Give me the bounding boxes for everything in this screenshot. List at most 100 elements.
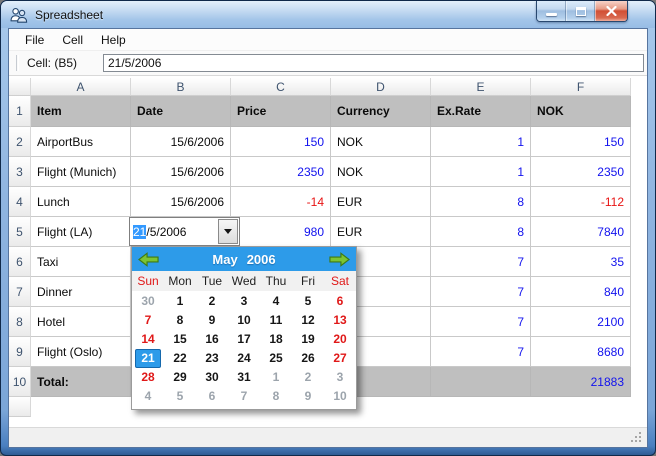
calendar-day-12[interactable]: 12 bbox=[292, 311, 324, 330]
maximize-button[interactable] bbox=[566, 1, 595, 21]
cell-value-input[interactable] bbox=[103, 54, 644, 72]
calendar-day-30[interactable]: 30 bbox=[132, 292, 164, 311]
cell-F4[interactable]: -112 bbox=[531, 187, 631, 217]
calendar-day-20[interactable]: 20 bbox=[324, 330, 356, 349]
cell-E5[interactable]: 8 bbox=[431, 217, 531, 247]
cell-A3[interactable]: Flight (Munich) bbox=[31, 157, 131, 187]
menu-file[interactable]: File bbox=[16, 30, 53, 50]
cell-A7[interactable]: Dinner bbox=[31, 277, 131, 307]
cell-D3[interactable]: NOK bbox=[331, 157, 431, 187]
close-button[interactable] bbox=[595, 1, 627, 21]
calendar-day-8[interactable]: 8 bbox=[260, 387, 292, 406]
cell-A2[interactable]: AirportBus bbox=[31, 127, 131, 157]
cell-A4[interactable]: Lunch bbox=[31, 187, 131, 217]
calendar-prev-button[interactable] bbox=[138, 251, 159, 267]
column-header-F[interactable]: F bbox=[531, 78, 631, 96]
calendar-day-8[interactable]: 8 bbox=[164, 311, 196, 330]
cell-C1[interactable]: Price bbox=[231, 96, 331, 127]
calendar-day-13[interactable]: 13 bbox=[324, 311, 356, 330]
calendar-day-4[interactable]: 4 bbox=[132, 387, 164, 406]
cell-E8[interactable]: 7 bbox=[431, 307, 531, 337]
cell-A9[interactable]: Flight (Oslo) bbox=[31, 337, 131, 367]
calendar-day-2[interactable]: 2 bbox=[292, 368, 324, 387]
date-dropdown-button[interactable] bbox=[218, 219, 238, 244]
cell-E10[interactable] bbox=[431, 367, 531, 397]
calendar-day-25[interactable]: 25 bbox=[260, 349, 292, 368]
calendar-day-3[interactable]: 3 bbox=[324, 368, 356, 387]
minimize-button[interactable] bbox=[537, 1, 566, 21]
row-header-10[interactable]: 10 bbox=[9, 367, 31, 397]
cell-D5[interactable]: EUR bbox=[331, 217, 431, 247]
cell-A5[interactable]: Flight (LA) bbox=[31, 217, 131, 247]
calendar-day-31[interactable]: 31 bbox=[228, 368, 260, 387]
cell-A8[interactable]: Hotel bbox=[31, 307, 131, 337]
calendar-day-30[interactable]: 30 bbox=[196, 368, 228, 387]
calendar-day-1[interactable]: 1 bbox=[260, 368, 292, 387]
calendar-day-19[interactable]: 19 bbox=[292, 330, 324, 349]
cell-C2[interactable]: 150 bbox=[231, 127, 331, 157]
calendar-day-5[interactable]: 5 bbox=[292, 292, 324, 311]
column-header-E[interactable]: E bbox=[431, 78, 531, 96]
calendar-day-22[interactable]: 22 bbox=[164, 349, 196, 368]
calendar-day-23[interactable]: 23 bbox=[196, 349, 228, 368]
cell-E9[interactable]: 7 bbox=[431, 337, 531, 367]
cell-F10[interactable]: 21883 bbox=[531, 367, 631, 397]
row-header-8[interactable]: 8 bbox=[9, 307, 31, 337]
toolbar-gripper-icon[interactable] bbox=[16, 55, 19, 71]
calendar-day-1[interactable]: 1 bbox=[164, 292, 196, 311]
select-all-corner[interactable] bbox=[9, 78, 31, 96]
cell-E7[interactable]: 7 bbox=[431, 277, 531, 307]
calendar-day-9[interactable]: 9 bbox=[196, 311, 228, 330]
calendar-day-10[interactable]: 10 bbox=[324, 387, 356, 406]
cell-F6[interactable]: 35 bbox=[531, 247, 631, 277]
column-header-C[interactable]: C bbox=[231, 78, 331, 96]
cell-A6[interactable]: Taxi bbox=[31, 247, 131, 277]
calendar-day-7[interactable]: 7 bbox=[228, 387, 260, 406]
cell-A10[interactable]: Total: bbox=[31, 367, 131, 397]
calendar-day-5[interactable]: 5 bbox=[164, 387, 196, 406]
cell-F3[interactable]: 2350 bbox=[531, 157, 631, 187]
column-header-B[interactable]: B bbox=[131, 78, 231, 96]
calendar-day-18[interactable]: 18 bbox=[260, 330, 292, 349]
users-icon[interactable] bbox=[10, 7, 28, 23]
cell-F7[interactable]: 840 bbox=[531, 277, 631, 307]
cell-D4[interactable]: EUR bbox=[331, 187, 431, 217]
cell-b5-date-editor[interactable]: 21/5/2006 bbox=[129, 217, 240, 246]
calendar-next-button[interactable] bbox=[329, 251, 350, 267]
cell-C5[interactable]: 980 bbox=[231, 217, 331, 247]
cell-C4[interactable]: -14 bbox=[231, 187, 331, 217]
row-header-4[interactable]: 4 bbox=[9, 187, 31, 217]
cell-F2[interactable]: 150 bbox=[531, 127, 631, 157]
cell-C3[interactable]: 2350 bbox=[231, 157, 331, 187]
calendar-day-10[interactable]: 10 bbox=[228, 311, 260, 330]
cell-D2[interactable]: NOK bbox=[331, 127, 431, 157]
row-header-3[interactable]: 3 bbox=[9, 157, 31, 187]
cell-B1[interactable]: Date bbox=[131, 96, 231, 127]
row-header-5[interactable]: 5 bbox=[9, 217, 31, 247]
calendar-day-14[interactable]: 14 bbox=[132, 330, 164, 349]
row-header-1[interactable]: 1 bbox=[9, 96, 31, 127]
row-header-2[interactable]: 2 bbox=[9, 127, 31, 157]
cell-E2[interactable]: 1 bbox=[431, 127, 531, 157]
cell-E1[interactable]: Ex.Rate bbox=[431, 96, 531, 127]
calendar-day-2[interactable]: 2 bbox=[196, 292, 228, 311]
calendar-day-11[interactable]: 11 bbox=[260, 311, 292, 330]
cell-B2[interactable]: 15/6/2006 bbox=[131, 127, 231, 157]
calendar-day-15[interactable]: 15 bbox=[164, 330, 196, 349]
calendar-day-28[interactable]: 28 bbox=[132, 368, 164, 387]
cell-B4[interactable]: 15/6/2006 bbox=[131, 187, 231, 217]
cell-D1[interactable]: Currency bbox=[331, 96, 431, 127]
cell-F8[interactable]: 2100 bbox=[531, 307, 631, 337]
calendar-day-9[interactable]: 9 bbox=[292, 387, 324, 406]
cell-E3[interactable]: 1 bbox=[431, 157, 531, 187]
cell-B3[interactable]: 15/6/2006 bbox=[131, 157, 231, 187]
row-header-9[interactable]: 9 bbox=[9, 337, 31, 367]
menu-cell[interactable]: Cell bbox=[53, 30, 92, 50]
calendar-day-6[interactable]: 6 bbox=[324, 292, 356, 311]
row-header-6[interactable]: 6 bbox=[9, 247, 31, 277]
calendar-day-24[interactable]: 24 bbox=[228, 349, 260, 368]
row-header-7[interactable]: 7 bbox=[9, 277, 31, 307]
date-editor-text[interactable]: 21/5/2006 bbox=[130, 218, 217, 245]
calendar-day-7[interactable]: 7 bbox=[132, 311, 164, 330]
calendar-day-21[interactable]: 21 bbox=[132, 349, 164, 368]
